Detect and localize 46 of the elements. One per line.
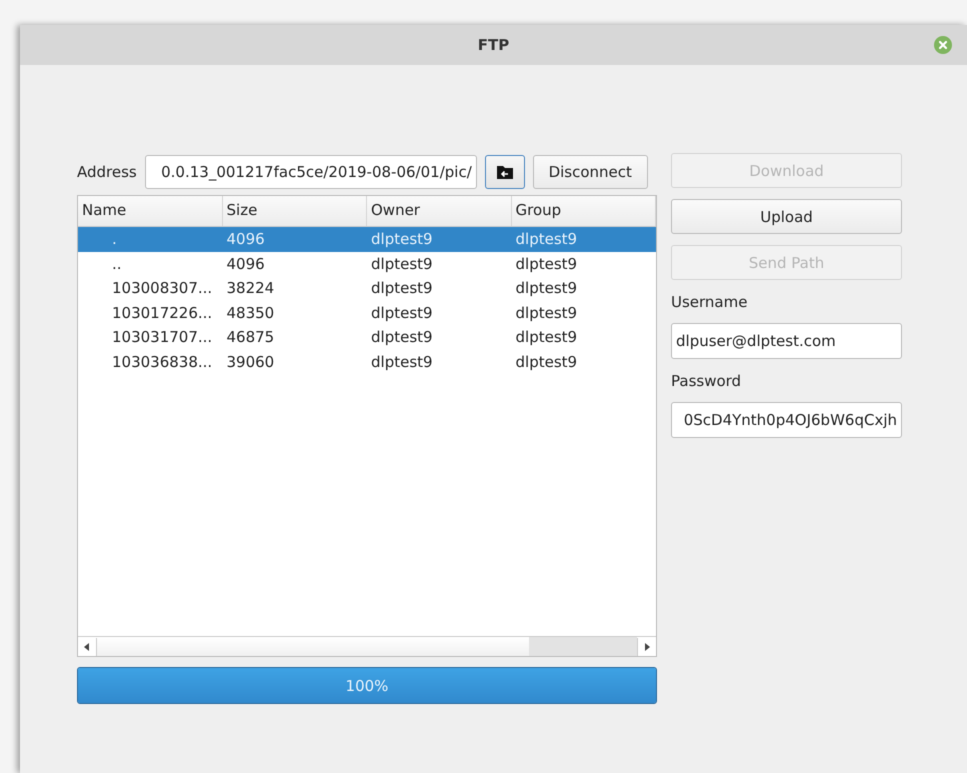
table-row[interactable]: 103036838... 39060 dlptest9 dlptest9 bbox=[78, 350, 656, 374]
table-cell-text: dlptest9 bbox=[370, 304, 434, 322]
table-cell-text: dlptest9 bbox=[514, 230, 578, 248]
table-cell-text: dlptest9 bbox=[514, 304, 578, 322]
password-field[interactable]: 0ScD4Ynth0p4OJ6bW6qCxjh bbox=[671, 402, 902, 438]
table-cell-text: 39060 bbox=[226, 352, 276, 371]
table-cell-text: dlptest9 bbox=[514, 279, 578, 298]
table-cell-text: .. bbox=[111, 254, 123, 273]
table-cell-text: 4096 bbox=[226, 254, 266, 273]
table-cell-text: dlptest9 bbox=[514, 254, 578, 273]
password-label: Password bbox=[671, 372, 742, 390]
table-cell-text: 103036838... bbox=[111, 352, 214, 371]
table-cell-text: . bbox=[111, 230, 118, 248]
folder-back-icon bbox=[496, 164, 514, 180]
column-header[interactable]: Group bbox=[512, 196, 656, 226]
column-header[interactable]: Owner bbox=[367, 196, 512, 226]
table-row[interactable]: .. 4096 dlptest9 dlptest9 bbox=[78, 252, 656, 276]
address-field[interactable]: 0.0.13_001217fac5ce/2019-08-06/01/pic/ bbox=[144, 155, 477, 189]
action-button[interactable]: Upload bbox=[671, 199, 902, 234]
table-cell-text: 46875 bbox=[226, 328, 276, 346]
table-cell-text: 48350 bbox=[226, 304, 276, 322]
disconnect-button[interactable]: Disconnect bbox=[532, 155, 648, 189]
window-title: FTP bbox=[478, 36, 510, 54]
table-cell-text: 103008307... bbox=[111, 279, 214, 298]
username-label: Username bbox=[671, 293, 748, 311]
address-label: Address bbox=[77, 163, 137, 181]
table-cell-text: dlptest9 bbox=[370, 254, 434, 273]
username-field[interactable]: dlpuser@dlptest.com bbox=[671, 323, 902, 359]
column-header[interactable]: Size bbox=[222, 196, 367, 226]
table-cell-text: dlptest9 bbox=[514, 328, 578, 346]
table-row[interactable]: 103017226... 48350 dlptest9 dlptest9 bbox=[78, 300, 656, 325]
horizontal-scrollbar[interactable] bbox=[78, 636, 656, 656]
table-cell-text: dlptest9 bbox=[370, 279, 434, 298]
table-row[interactable]: 103031707... 46875 dlptest9 dlptest9 bbox=[78, 325, 656, 350]
progress-text: 100% bbox=[346, 676, 388, 694]
column-header[interactable]: Name bbox=[78, 196, 222, 226]
table-cell-text: dlptest9 bbox=[370, 328, 434, 346]
table-cell-text: 38224 bbox=[226, 279, 276, 298]
table-cell-text: 103017226... bbox=[111, 304, 214, 322]
table-cell-text: dlptest9 bbox=[370, 230, 434, 248]
table-cell-text: dlptest9 bbox=[370, 352, 434, 371]
parent-folder-button[interactable] bbox=[484, 155, 525, 189]
table-cell-text: 103031707... bbox=[111, 328, 214, 346]
table-cell-text: dlptest9 bbox=[514, 352, 578, 371]
table-cell-text: 4096 bbox=[226, 230, 266, 248]
table-row[interactable]: 103008307... 38224 dlptest9 dlptest9 bbox=[78, 276, 656, 300]
